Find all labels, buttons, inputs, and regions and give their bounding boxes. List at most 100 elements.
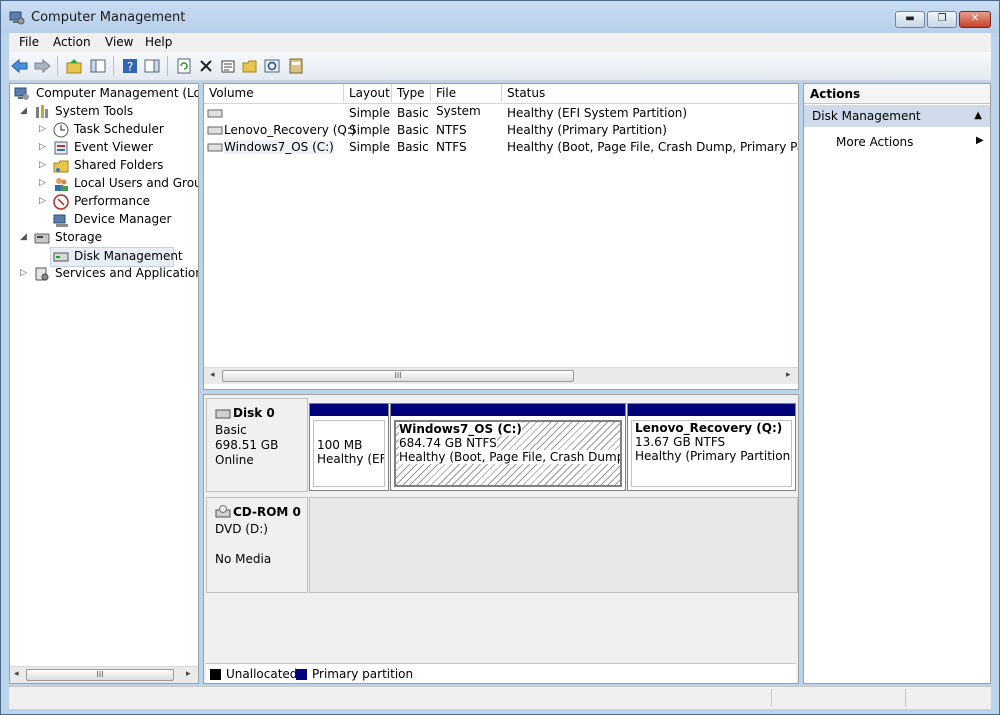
partition-header-bar <box>310 404 388 416</box>
show-hide-action-pane-icon[interactable] <box>143 57 161 75</box>
disk-name: Disk 0 <box>233 406 275 420</box>
properties-icon[interactable] <box>219 57 237 75</box>
partition-name: Windows7_OS (C:) <box>399 422 522 436</box>
help-topics-icon[interactable] <box>287 57 305 75</box>
volume-status: Healthy (Primary Partition) <box>507 123 667 137</box>
disk-management-icon <box>53 252 69 262</box>
tree-item-label: System Tools <box>55 104 134 118</box>
volume-row[interactable]: Windows7_OS (C:) Simple Basic NTFS Healt… <box>204 139 798 156</box>
up-folder-icon[interactable] <box>65 57 83 75</box>
disk-graphical-view: Disk 0 Basic 698.51 GB Online 100 MB Hea… <box>203 394 799 684</box>
show-hide-console-tree-icon[interactable] <box>89 57 107 75</box>
expanded-arrow-icon[interactable]: ◢ <box>20 232 30 242</box>
status-separator <box>771 689 772 707</box>
collapsed-arrow-icon[interactable]: ▷ <box>39 196 49 206</box>
scroll-left-arrow-icon[interactable]: ◂ <box>14 669 19 679</box>
disk-size: 698.51 GB <box>215 438 279 452</box>
tree-item-local-users-and-groups[interactable]: ▷ Local Users and Groups <box>10 175 198 193</box>
column-header-type[interactable]: Type <box>392 84 431 102</box>
collapsed-arrow-icon[interactable]: ▷ <box>39 142 49 152</box>
tree-item-device-manager[interactable]: Device Manager <box>10 211 198 229</box>
tree-item-label: Disk Management <box>74 249 183 263</box>
legend-swatch <box>296 669 307 680</box>
disk-0-label[interactable]: Disk 0 Basic 698.51 GB Online <box>206 398 308 492</box>
tree-item-label: Local Users and Groups <box>74 176 198 190</box>
volume-layout: Simple <box>349 106 390 120</box>
back-arrow-icon[interactable] <box>11 57 29 75</box>
scroll-right-arrow-icon[interactable]: ▸ <box>186 669 191 679</box>
partition-efi[interactable]: 100 MB Healthy (EFI <box>309 403 389 491</box>
tree-item-shared-folders[interactable]: ▷ Shared Folders <box>10 157 198 175</box>
legend-label: Unallocated <box>226 667 298 681</box>
tree-item-disk-management[interactable]: Disk Management <box>50 247 183 267</box>
action-more-actions[interactable]: More Actions ▶ <box>804 131 990 151</box>
forward-arrow-icon[interactable] <box>33 57 51 75</box>
window-title: Computer Management <box>31 10 186 25</box>
column-header-layout[interactable]: Layout <box>344 84 392 102</box>
toolbar-separator <box>113 56 114 76</box>
action-label: More Actions <box>836 135 914 149</box>
volume-list-horizontal-scrollbar[interactable]: ◂ III ▸ <box>204 367 798 384</box>
partition-body: Lenovo_Recovery (Q:) 13.67 GB NTFS Healt… <box>631 420 792 487</box>
storage-icon <box>34 233 50 244</box>
collapsed-arrow-icon[interactable]: ▷ <box>39 178 49 188</box>
open-icon[interactable] <box>241 57 259 75</box>
cdrom-type: DVD (D:) <box>215 522 268 536</box>
refresh-icon[interactable] <box>175 57 193 75</box>
scrollbar-thumb[interactable]: III <box>222 370 574 382</box>
collapsed-arrow-icon[interactable]: ▷ <box>39 160 49 170</box>
collapsed-arrow-icon[interactable]: ▷ <box>20 268 30 278</box>
computer-management-icon <box>14 87 29 100</box>
close-button[interactable]: ✕ <box>959 11 991 28</box>
menu-file[interactable]: File <box>19 35 39 49</box>
volume-name: Windows7_OS (C:) <box>224 140 334 154</box>
column-header-file-system[interactable]: File System <box>431 84 502 118</box>
volume-row[interactable]: Lenovo_Recovery (Q:) Simple Basic NTFS H… <box>204 122 798 139</box>
column-header-status[interactable]: Status <box>502 84 798 102</box>
column-header-volume[interactable]: Volume <box>204 84 344 102</box>
console-tree-pane: Computer Management (Local ◢ System Tool… <box>9 83 199 684</box>
tree-item-performance[interactable]: ▷ Performance <box>10 193 198 211</box>
menu-action[interactable]: Action <box>53 35 91 49</box>
volume-list-pane: Volume Layout Type File System Status Si… <box>203 83 799 390</box>
volume-row[interactable]: Simple Basic Healthy (EFI System Partiti… <box>204 105 798 122</box>
tree-item-label: Performance <box>74 194 151 208</box>
minimize-button[interactable]: ▬ <box>895 11 925 28</box>
tree-item-services-and-applications[interactable]: ▷ Services and Applications <box>10 265 199 283</box>
performance-icon <box>53 194 69 210</box>
tree-item-event-viewer[interactable]: ▷ Event Viewer <box>10 139 198 157</box>
legend-bar: Unallocated Primary partition <box>206 663 796 683</box>
tree-item-computer-management[interactable]: Computer Management (Local <box>10 85 198 103</box>
scroll-left-arrow-icon[interactable]: ◂ <box>210 370 215 380</box>
collapsed-arrow-icon[interactable]: ▷ <box>39 124 49 134</box>
delete-icon[interactable] <box>197 57 215 75</box>
tree-item-label: Services and Applications <box>55 266 199 280</box>
menu-view[interactable]: View <box>105 35 133 49</box>
maximize-button[interactable]: ❐ <box>927 11 957 28</box>
actions-section-disk-management[interactable]: Disk Management ▲ <box>804 105 990 127</box>
collapse-arrow-icon[interactable]: ▲ <box>974 105 982 127</box>
tree-item-storage[interactable]: ◢ Storage <box>10 229 198 247</box>
expanded-arrow-icon[interactable]: ◢ <box>20 106 30 116</box>
scroll-right-arrow-icon[interactable]: ▸ <box>786 370 791 380</box>
rescan-disks-icon[interactable] <box>263 57 281 75</box>
partition-status: Healthy (EFI <box>317 452 385 466</box>
volume-status: Healthy (Boot, Page File, Crash Dump, Pr… <box>507 140 798 154</box>
partition-status: Healthy (Primary Partition) <box>635 449 792 463</box>
volume-type: Basic <box>397 140 429 154</box>
tree-item-task-scheduler[interactable]: ▷ Task Scheduler <box>10 121 198 139</box>
cdrom-0-label[interactable]: CD-ROM 0 DVD (D:) No Media <box>206 497 308 593</box>
legend-label: Primary partition <box>312 667 414 681</box>
volume-drive-icon <box>207 109 223 118</box>
tree-item-system-tools[interactable]: ◢ System Tools <box>10 103 198 121</box>
cdrom-state: No Media <box>215 552 272 566</box>
partition-lenovo-recovery[interactable]: Lenovo_Recovery (Q:) 13.67 GB NTFS Healt… <box>627 403 796 491</box>
partition-windows7-os[interactable]: Windows7_OS (C:) 684.74 GB NTFS Healthy … <box>390 403 626 491</box>
disk-state: Online <box>215 453 254 467</box>
tree-horizontal-scrollbar[interactable]: ◂ III ▸ <box>10 666 198 683</box>
menu-bar: File Action View Help <box>9 33 991 52</box>
help-icon[interactable]: ? <box>121 57 139 75</box>
menu-help[interactable]: Help <box>145 35 172 49</box>
scrollbar-thumb[interactable]: III <box>26 669 174 681</box>
svg-text:?: ? <box>127 60 133 74</box>
